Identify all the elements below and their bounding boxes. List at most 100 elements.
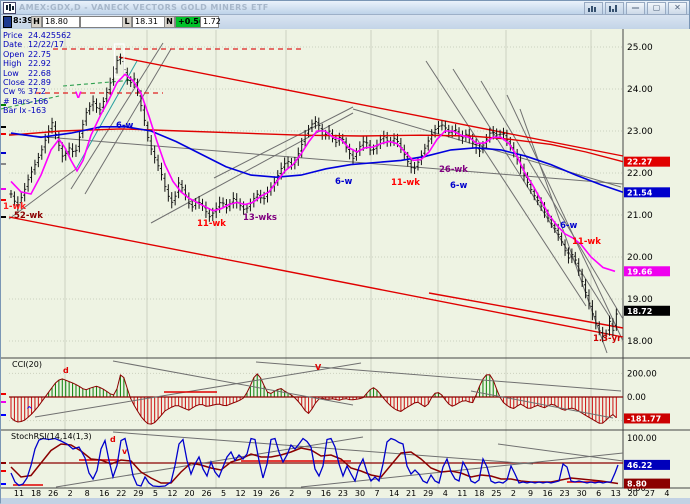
cci-signal-mark: d: [63, 366, 69, 375]
cci-tick-label: 0.00: [627, 393, 646, 403]
price-tick-label: 23.00: [627, 127, 653, 137]
axis-tag-label: 46.22: [627, 461, 652, 470]
date-tick-label: 29: [133, 489, 143, 498]
low-value[interactable]: 18.31: [132, 16, 165, 28]
cycle-annotation: 6-w: [560, 221, 577, 231]
close-button[interactable]: ✕: [668, 2, 687, 15]
date-tick-label: 2: [289, 489, 294, 498]
cycle-annotation: 13-wks: [243, 213, 277, 223]
titlebar[interactable]: AMEX:GDX,D - VANECK VECTORS GOLD MINERS …: [1, 1, 689, 15]
cci-signal-mark: V: [315, 363, 322, 372]
info-row: Price24.425562: [3, 31, 71, 40]
price-tick-label: 24.00: [627, 85, 653, 95]
low-button[interactable]: L: [122, 16, 132, 28]
info-row: Open22.75: [3, 50, 71, 59]
date-tick-label: 11: [457, 489, 467, 498]
stoch-signal-mark: v: [122, 447, 128, 456]
cycle-annotation: 11-wk: [572, 237, 601, 247]
axis-tag-label: 8.80: [627, 480, 647, 489]
date-tick-label: 29: [423, 489, 433, 498]
net-value: +0.56: [175, 16, 202, 28]
date-tick-label: 21: [406, 489, 416, 498]
cycle-annotation: 6-w: [116, 121, 133, 131]
date-tick-label: 16: [542, 489, 552, 498]
info-row: Low22.68: [3, 69, 71, 78]
empty-field[interactable]: [80, 16, 123, 28]
chart-canvas[interactable]: 1-wk52-wkV6-w11-wk13-wks6-w11-wk26-wk6-w…: [1, 29, 690, 504]
date-tick-label: 20: [184, 489, 194, 498]
cycle-annotation: 6-w: [335, 177, 352, 187]
cci-signal-mark: ^: [26, 405, 33, 414]
price-tick-label: 18.00: [627, 337, 653, 347]
date-tick-label: 2: [68, 489, 73, 498]
net-button[interactable]: N: [164, 16, 175, 28]
minimize-button[interactable]: —: [626, 2, 645, 15]
high-button[interactable]: H: [31, 16, 42, 28]
color-swatch[interactable]: [3, 16, 12, 28]
date-tick-label: 30: [577, 489, 587, 498]
date-tick-label: 12: [236, 489, 246, 498]
axis-tag-label: 19.66: [627, 267, 653, 276]
date-tick-label: 5: [221, 489, 226, 498]
date-tick-label: 27: [645, 489, 655, 498]
cycle-annotation: 26-wk: [439, 165, 468, 175]
info-row: # Bars-166: [3, 97, 71, 106]
date-tick-label: 5: [153, 489, 158, 498]
date-tick-label: 14: [389, 489, 399, 498]
date-tick-label: 16: [99, 489, 109, 498]
date-tick-label: 4: [443, 489, 448, 498]
date-tick-label: 6: [596, 489, 601, 498]
high-value[interactable]: 18.80: [42, 16, 80, 28]
price-tick-label: 25.00: [627, 43, 653, 53]
maximize-button[interactable]: ▢: [647, 2, 666, 15]
info-row: Cw %37.2: [3, 87, 71, 96]
info-row: Date12/22/17: [3, 40, 71, 49]
cci-tick-label: 200.00: [627, 369, 657, 379]
price-tick-label: 20.00: [627, 253, 653, 263]
info-panel: Price24.425562Date12/22/17Open22.75High2…: [3, 31, 71, 116]
last-value: 1.72: [200, 16, 219, 28]
date-tick-label: 8: [85, 489, 90, 498]
date-tick-label: 4: [664, 489, 669, 498]
app-icon: [3, 2, 16, 14]
stoch-tick-label: 100.00: [627, 434, 657, 444]
app-window: AMEX:GDX,D - VANECK VECTORS GOLD MINERS …: [0, 0, 690, 503]
axis-tag-label: 22.27: [627, 158, 652, 167]
cycle-annotation: 11-wk: [197, 219, 226, 229]
date-tick-label: 16: [321, 489, 331, 498]
date-tick-label: 26: [48, 489, 58, 498]
axis-tag-label: 18.72: [627, 307, 652, 316]
date-tick-label: 30: [355, 489, 365, 498]
date-tick-label: 23: [560, 489, 570, 498]
indicator-icon[interactable]: [605, 2, 624, 15]
window-title: AMEX:GDX,D - VANECK VECTORS GOLD MINERS …: [19, 3, 269, 12]
window-bottom-strip: [1, 498, 690, 504]
stoch-panel-label: StochRSI(14,14(1,3): [11, 432, 92, 441]
axis-tag-label: -181.77: [627, 414, 661, 423]
price-tick-label: 19.00: [627, 295, 653, 305]
cycle-annotation: 1.3-yr: [593, 334, 622, 344]
date-tick-label: 26: [201, 489, 211, 498]
date-tick-label: 7: [375, 489, 380, 498]
axis-tag-label: 21.54: [627, 188, 653, 197]
cycle-annotation: 52-wk: [14, 211, 43, 221]
cci-panel-label: CCI(20): [12, 360, 42, 369]
date-tick-label: 13: [611, 489, 621, 498]
date-tick-label: 20: [628, 489, 638, 498]
date-tick-label: 26: [270, 489, 280, 498]
price-tick-label: 21.00: [627, 211, 653, 221]
date-tick-label: 12: [167, 489, 177, 498]
info-row: Bar Ix-163: [3, 106, 71, 115]
date-tick-label: 23: [338, 489, 348, 498]
price-tick-label: 22.00: [627, 169, 653, 179]
date-tick-label: 19: [253, 489, 263, 498]
date-tick-label: 18: [31, 489, 41, 498]
info-row: High22.92: [3, 59, 71, 68]
stoch-signal-mark: d: [110, 435, 116, 444]
chart-style-icon[interactable]: [584, 2, 603, 15]
date-tick-label: 11: [14, 489, 24, 498]
info-row: Close22.89: [3, 78, 71, 87]
cycle-annotation: V: [75, 91, 82, 101]
date-tick-label: 18: [474, 489, 484, 498]
cycle-annotation: 11-wk: [391, 178, 420, 188]
